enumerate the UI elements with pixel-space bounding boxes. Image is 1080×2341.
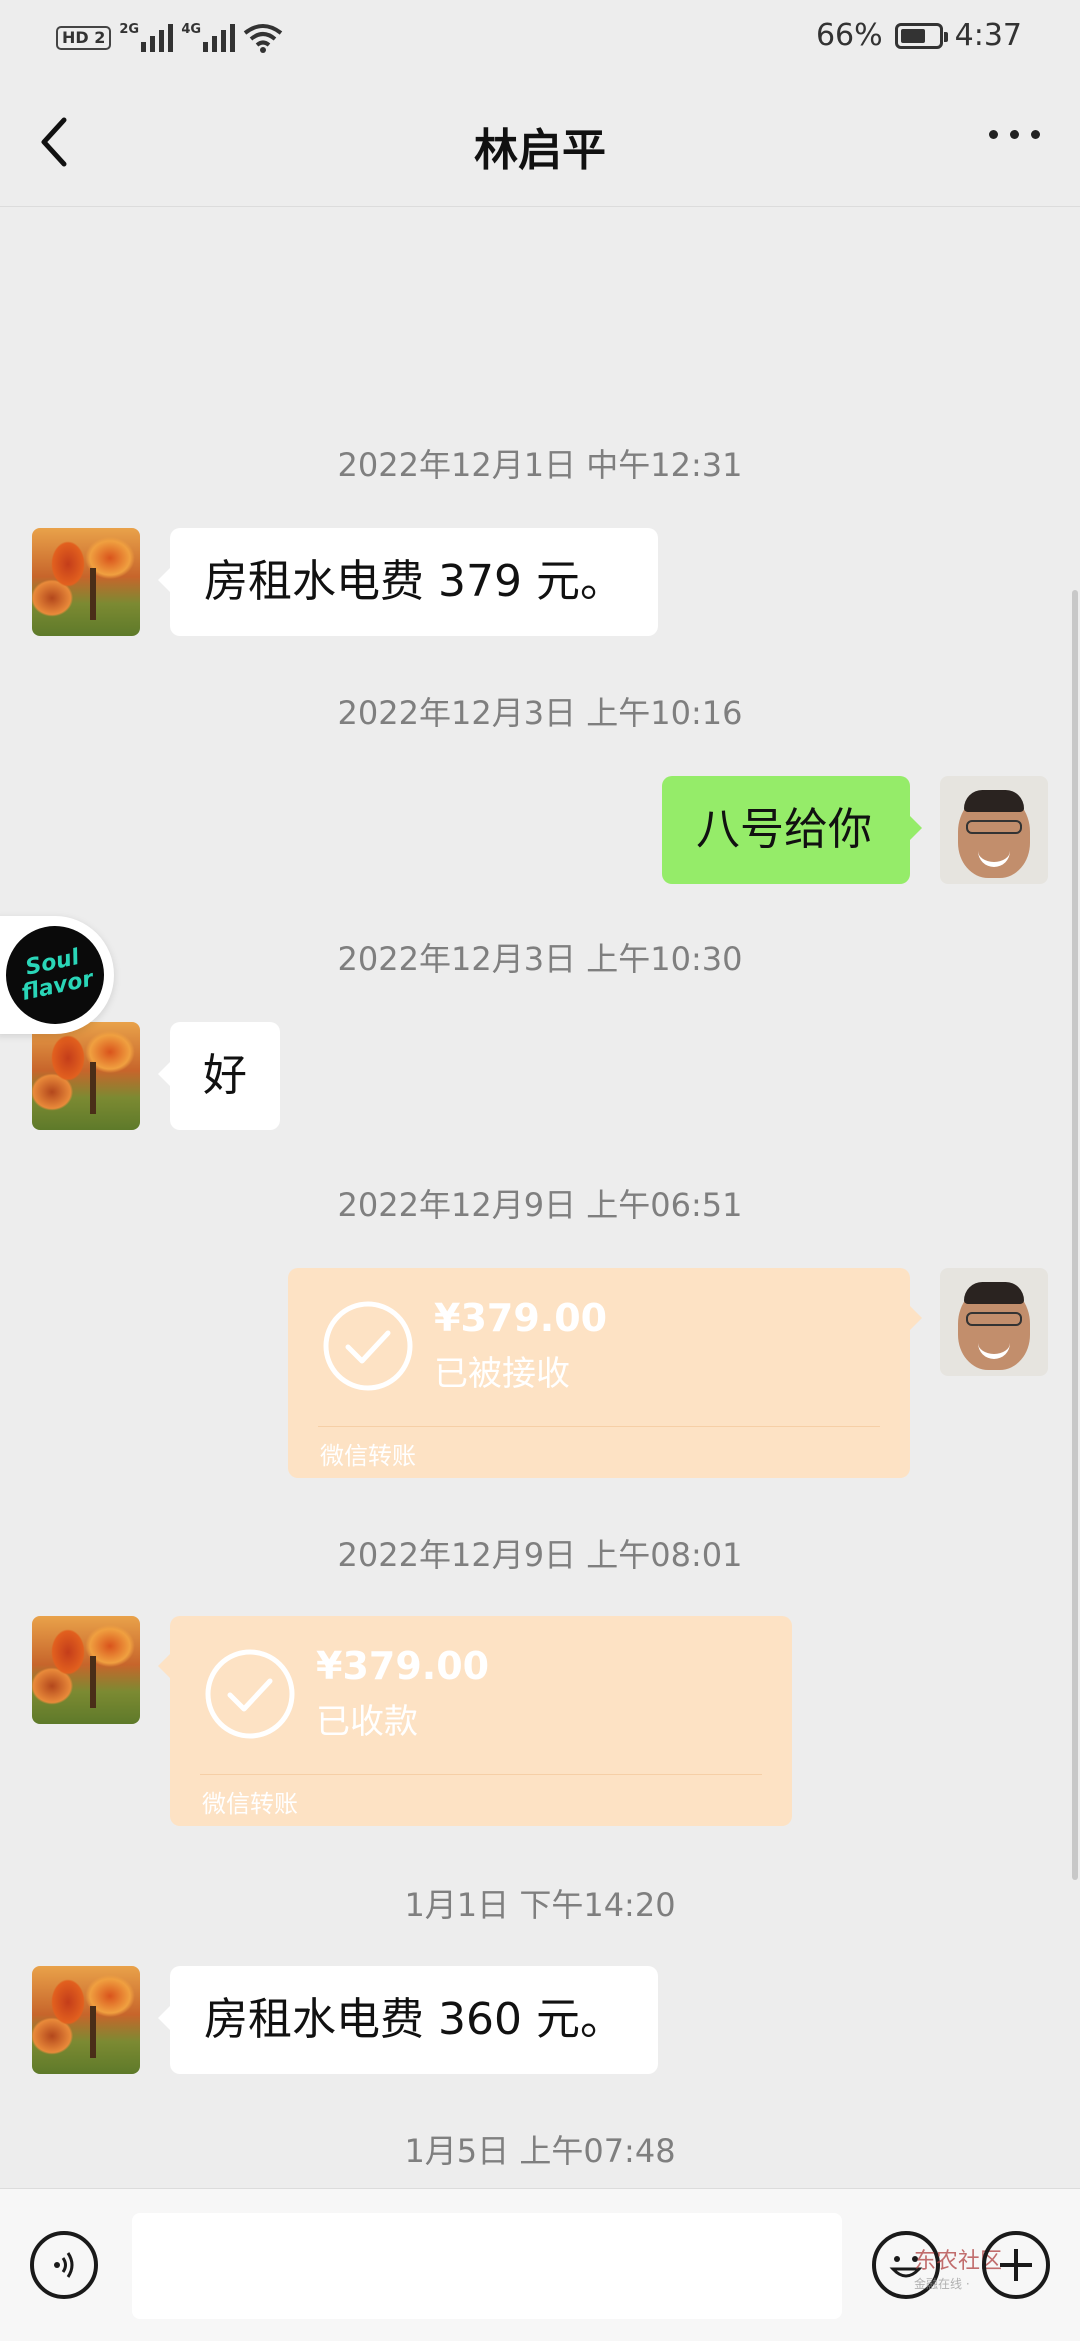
contact-avatar[interactable] [32,1022,140,1130]
transfer-card-received[interactable]: ¥379.00 已收款 微信转账 [158,1616,792,1826]
divider [318,1426,880,1427]
incoming-message[interactable]: 好 [158,1022,280,1130]
clock: 4:37 [954,18,1022,53]
transfer-status: 已收款 [316,1702,418,1742]
plus-button[interactable] [982,2231,1050,2299]
scrollbar[interactable] [1072,590,1078,1880]
incoming-message[interactable]: 房租水电费 379 元。 [158,528,658,636]
status-bar: HD 2 2G 4G 66% 4:37 [0,0,1080,78]
check-circle-icon [323,1301,413,1391]
timestamp: 2022年12月9日 上午06:51 [337,1186,743,1224]
battery-fill [900,28,925,43]
incoming-message[interactable]: 房租水电费 360 元。 [158,1966,658,2074]
check-circle-icon [205,1649,295,1739]
message-input[interactable] [132,2213,842,2319]
my-avatar[interactable] [940,776,1048,884]
wifi-icon [244,24,283,53]
soul-flavor-logo: Soul flavor [0,916,114,1034]
network-type-label: 2G [119,22,140,37]
voice-icon [54,2252,74,2278]
voice-button[interactable] [30,2231,98,2299]
divider [200,1774,762,1775]
battery-icon [894,22,948,49]
transfer-footer: 微信转账 [202,1790,298,1818]
page-title: 林启平 [474,125,606,176]
contact-avatar[interactable] [32,528,140,636]
signal-icon: 2G [119,22,174,52]
transfer-footer: 微信转账 [320,1442,416,1470]
transfer-card-sent[interactable]: ¥379.00 已被接收 微信转账 [288,1268,922,1478]
hd-badge: HD 2 [56,26,112,50]
transfer-amount: ¥379.00 [316,1644,490,1688]
contact-avatar[interactable] [32,1616,140,1724]
my-avatar[interactable] [940,1268,1048,1376]
timestamp: 2022年12月3日 上午10:30 [337,940,743,978]
transfer-amount: ¥379.00 [434,1296,608,1340]
timestamp: 2022年12月9日 上午08:01 [337,1536,743,1574]
network-type-label: 4G [181,22,202,37]
battery-percent: 66% [815,18,883,53]
timestamp: 2022年12月3日 上午10:16 [337,694,743,732]
contact-avatar[interactable] [32,1966,140,2074]
floating-app-bubble[interactable]: Soul flavor [0,916,114,1034]
outgoing-message[interactable]: 八号给你 [662,776,922,884]
chat-header: 林启平 [0,78,1080,207]
timestamp: 1月5日 上午07:48 [404,2132,676,2170]
status-left: HD 2 2G 4G [56,22,283,54]
status-right: 66% 4:37 [816,18,1022,53]
more-dots-icon[interactable] [989,130,1040,139]
transfer-status: 已被接收 [434,1354,570,1394]
input-bar: 东农社区 金融在线 · [0,2188,1080,2341]
signal-icon: 4G [181,22,236,52]
timestamp: 2022年12月1日 中午12:31 [337,446,743,484]
timestamp: 1月1日 下午14:20 [404,1886,676,1924]
